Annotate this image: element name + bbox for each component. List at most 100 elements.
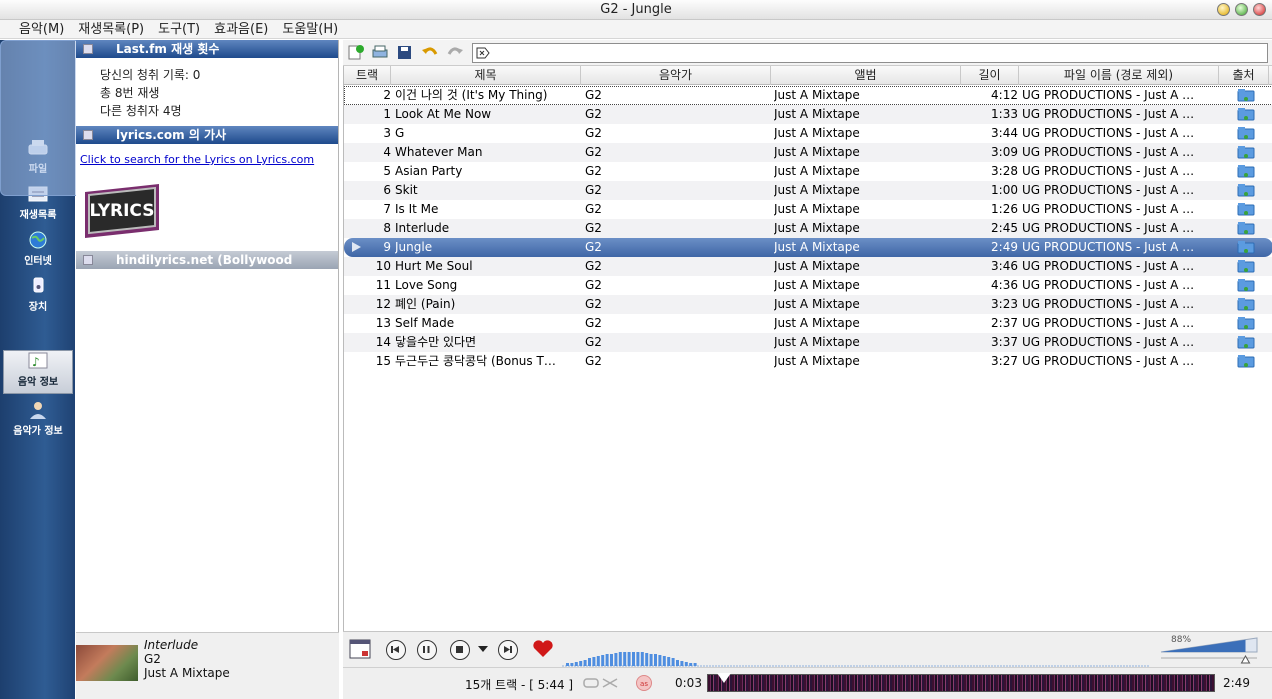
table-row[interactable]: 15 두근두근 콩닥콩닥 (Bonus T… G2 Just A Mixtape 3:2… <box>344 352 1272 371</box>
visualizer-bar <box>671 658 675 666</box>
now-playing-mini: Interlude G2 Just A Mixtape <box>76 632 339 699</box>
col-length[interactable]: 길이 <box>961 66 1019 85</box>
nav-artist-info[interactable]: 음악가 정보 <box>3 400 73 444</box>
track-title: G <box>395 126 405 140</box>
music-note-icon: ♪ <box>28 352 48 369</box>
track-album: Just A Mixtape <box>774 107 860 121</box>
visualizer-bar <box>640 652 644 666</box>
album-art[interactable] <box>76 645 138 681</box>
track-album: Just A Mixtape <box>774 354 860 368</box>
undo-icon[interactable] <box>421 44 439 60</box>
menu-effects[interactable]: 효과음(E) <box>207 20 275 38</box>
visualizer-bar <box>570 663 574 666</box>
table-row[interactable]: 3 G G2 Just A Mixtape 3:44 UG PRODUCTIONS - J… <box>344 124 1272 143</box>
table-row[interactable]: 1 Look At Me Now G2 Just A Mixtape 1:33 UG PR… <box>344 105 1272 124</box>
table-row[interactable]: 10 Hurt Me Soul G2 Just A Mixtape 3:46 UG PRO… <box>344 257 1272 276</box>
maximize-button[interactable] <box>1235 3 1248 16</box>
table-row[interactable]: 11 Love Song G2 Just A Mixtape 4:36 UG PRODUC… <box>344 276 1272 295</box>
new-playlist-icon[interactable] <box>347 44 365 60</box>
track-number: 6 <box>383 183 391 197</box>
pause-button[interactable] <box>417 640 437 660</box>
menu-music[interactable]: 음악(M) <box>12 20 71 38</box>
mini-mode-icon[interactable] <box>349 639 371 659</box>
visualizer-bar <box>649 654 653 666</box>
track-number: 14 <box>375 335 391 349</box>
collapse-icon[interactable] <box>83 44 93 54</box>
repeat-shuffle-icon[interactable] <box>583 676 619 690</box>
menu-playlist[interactable]: 재생목록(P) <box>71 20 151 38</box>
lastfm-icon[interactable]: as <box>635 674 653 692</box>
folder-icon <box>1237 355 1255 368</box>
stop-button[interactable] <box>450 640 470 660</box>
expand-icon[interactable] <box>83 255 93 265</box>
track-title: 이건 나의 것 (It's My Thing) <box>395 88 548 102</box>
track-number: 4 <box>383 145 391 159</box>
col-artist[interactable]: 음악가 <box>581 66 771 85</box>
col-title[interactable]: 제목 <box>391 66 581 85</box>
col-album[interactable]: 앨범 <box>771 66 961 85</box>
table-row[interactable]: 12 폐인 (Pain) G2 Just A Mixtape 3:23 UG PRODUC… <box>344 295 1272 314</box>
table-row[interactable]: 7 Is It Me G2 Just A Mixtape 1:26 UG PRODUCTI… <box>344 200 1272 219</box>
track-length: 3:37 <box>991 335 1018 349</box>
hindilyrics-header[interactable]: hindilyrics.net (Bollywood songs) <box>76 251 338 285</box>
col-track[interactable]: 트랙 <box>344 66 391 85</box>
collapse-icon[interactable] <box>83 130 93 140</box>
previous-button[interactable] <box>386 640 406 660</box>
next-icon <box>504 646 512 653</box>
info-panel: Last.fm 재생 횟수 당신의 청취 기록: 0 총 8번 재생 다른 청취… <box>76 40 339 632</box>
track-title: 폐인 (Pain) <box>395 297 456 311</box>
visualizer-bar <box>605 654 609 666</box>
visualizer-bar <box>662 656 666 666</box>
lyrics-header[interactable]: lyrics.com 의 가사 <box>76 126 338 144</box>
folder-icon <box>1237 127 1255 140</box>
folder-icon <box>1237 146 1255 159</box>
seek-thumb[interactable] <box>717 673 732 683</box>
menu-help[interactable]: 도움말(H) <box>275 20 345 38</box>
track-album: Just A Mixtape <box>774 297 860 311</box>
col-source[interactable]: 출처 <box>1219 66 1269 85</box>
col-filename[interactable]: 파일 이름 (경로 제외) <box>1019 66 1219 85</box>
table-row[interactable]: 2 이건 나의 것 (It's My Thing) G2 Just A Mixtape… <box>344 86 1272 105</box>
table-row[interactable]: 5 Asian Party G2 Just A Mixtape 3:28 UG PRODU… <box>344 162 1272 181</box>
track-length: 3:44 <box>991 126 1018 140</box>
love-heart-icon[interactable] <box>532 639 554 659</box>
next-button[interactable] <box>498 640 518 660</box>
table-row[interactable]: 13 Self Made G2 Just A Mixtape 2:37 UG PRODUC… <box>344 314 1272 333</box>
clear-search-icon[interactable] <box>476 46 490 60</box>
folder-icon <box>1237 89 1255 102</box>
stop-menu-icon[interactable] <box>478 646 488 654</box>
nav-internet[interactable]: 인터넷 <box>3 230 73 274</box>
folder-icon <box>1237 279 1255 292</box>
menu-tools[interactable]: 도구(T) <box>151 20 207 38</box>
volume-slider[interactable]: 88% <box>1159 634 1267 666</box>
search-input[interactable] <box>472 43 1268 63</box>
minimize-button[interactable] <box>1217 3 1230 16</box>
track-filename: UG PRODUCTIONS - Just A … <box>1022 88 1195 102</box>
track-title: Hurt Me Soul <box>395 259 473 273</box>
table-row[interactable]: 8 Interlude G2 Just A Mixtape 2:45 UG PRODUCT… <box>344 219 1272 238</box>
redo-icon[interactable] <box>446 44 464 60</box>
track-artist: G2 <box>585 335 602 349</box>
table-row[interactable]: 14 닿을수만 있다면 G2 Just A Mixtape 3:37 UG PRODUCT… <box>344 333 1272 352</box>
track-artist: G2 <box>585 107 602 121</box>
lyrics-search-link[interactable]: Click to search for the Lyrics on Lyrics… <box>80 153 314 166</box>
track-filename: UG PRODUCTIONS - Just A … <box>1022 183 1195 197</box>
seek-bar[interactable] <box>707 673 1215 692</box>
track-album: Just A Mixtape <box>774 183 860 197</box>
folder-icon <box>1237 203 1255 216</box>
track-album: Just A Mixtape <box>774 221 860 235</box>
track-filename: UG PRODUCTIONS - Just A … <box>1022 259 1195 273</box>
close-button[interactable] <box>1253 3 1266 16</box>
track-length: 3:28 <box>991 164 1018 178</box>
lastfm-header[interactable]: Last.fm 재생 횟수 <box>76 40 338 58</box>
table-row[interactable]: 6 Skit G2 Just A Mixtape 1:00 UG PRODUCTIONS … <box>344 181 1272 200</box>
track-filename: UG PRODUCTIONS - Just A … <box>1022 107 1195 121</box>
table-row[interactable]: 9 Jungle G2 Just A Mixtape 2:49 UG PRODUCTION… <box>344 238 1272 257</box>
print-icon[interactable] <box>371 44 389 60</box>
nav-device[interactable]: 장치 <box>3 276 73 320</box>
nav-music-info[interactable]: ♪ 음악 정보 <box>3 350 73 394</box>
volume-label: 88% <box>1171 635 1192 645</box>
table-row[interactable]: 4 Whatever Man G2 Just A Mixtape 3:09 UG PROD… <box>344 143 1272 162</box>
save-icon[interactable] <box>396 44 414 60</box>
lyrics-header-label: lyrics.com 의 가사 <box>116 128 227 142</box>
